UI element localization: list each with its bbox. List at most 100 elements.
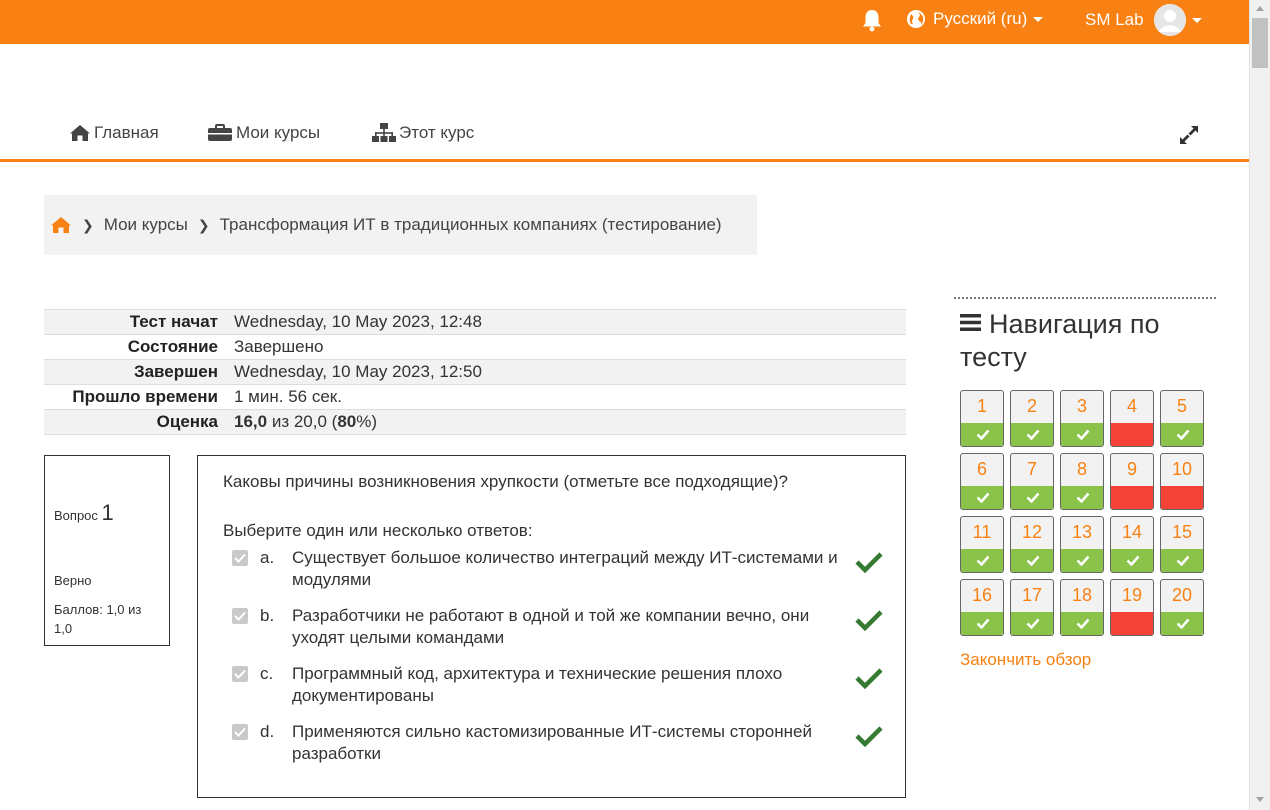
quiz-nav-button[interactable]: 12 (1010, 516, 1054, 573)
quiz-nav-button[interactable]: 2 (1010, 390, 1054, 447)
quiz-nav-button[interactable]: 4 (1110, 390, 1154, 447)
check-icon (1076, 492, 1090, 503)
summary-value: 1 мин. 56 сек. (226, 384, 906, 410)
quiz-nav-number: 20 (1171, 585, 1193, 605)
quiz-nav-button[interactable]: 6 (960, 453, 1004, 510)
attempt-summary-table: Тест начат Wednesday, 10 May 2023, 12:48… (44, 309, 906, 435)
check-icon (855, 610, 883, 631)
grade-percent-sign: %) (356, 412, 378, 431)
answer-checkbox[interactable] (232, 666, 248, 682)
summary-label: Оценка (44, 409, 226, 435)
answer-text: Применяются сильно кастомизированные ИТ-… (292, 722, 812, 763)
quiz-nav-number: 17 (1021, 585, 1043, 605)
answer-checkbox[interactable] (232, 550, 248, 566)
globe-icon (907, 10, 925, 28)
question-state: Верно (54, 573, 92, 588)
correct-status-bar (1161, 612, 1203, 635)
answer-text: Разработчики не работают в одной и той ж… (292, 606, 810, 647)
briefcase-icon (208, 124, 232, 141)
correct-status-bar (1161, 549, 1203, 572)
quiz-nav-button[interactable]: 17 (1010, 579, 1054, 636)
grade-score: 16,0 (234, 412, 268, 431)
table-row: Состояние Завершено (44, 334, 906, 360)
answer-checkbox[interactable] (232, 608, 248, 624)
quiz-nav-button[interactable]: 9 (1110, 453, 1154, 510)
grade-percent: 80 (337, 412, 357, 431)
check-icon (976, 492, 990, 503)
quiz-nav-number: 2 (1026, 396, 1037, 416)
breadcrumb-my-courses[interactable]: Мои курсы (104, 215, 188, 235)
check-icon (1026, 618, 1040, 629)
bell-icon[interactable] (861, 8, 883, 32)
quiz-nav-button[interactable]: 5 (1160, 390, 1204, 447)
breadcrumb-course[interactable]: Трансформация ИТ в традиционных компания… (220, 215, 722, 235)
check-icon (234, 669, 246, 679)
check-icon (1176, 618, 1190, 629)
correct-status-bar (1161, 423, 1203, 446)
scroll-down-icon[interactable] (1256, 797, 1264, 802)
answer-letter: b. (260, 606, 275, 625)
home-icon[interactable] (50, 216, 72, 234)
quiz-nav-button[interactable]: 15 (1160, 516, 1204, 573)
user-name: SM Lab (1085, 10, 1144, 29)
expand-icon[interactable] (1178, 124, 1200, 146)
quiz-nav-number: 16 (971, 585, 993, 605)
quiz-nav-button[interactable]: 16 (960, 579, 1004, 636)
quiz-nav-number: 19 (1121, 585, 1143, 605)
question-number: Вопрос 1 (54, 500, 114, 526)
correct-status-bar (961, 612, 1003, 635)
summary-value: Wednesday, 10 May 2023, 12:50 (226, 359, 906, 385)
nav-this-course[interactable]: Этот курс (372, 123, 474, 143)
quiz-nav-number: 9 (1126, 459, 1137, 479)
quiz-nav-button[interactable]: 10 (1160, 453, 1204, 510)
quiz-nav-button[interactable]: 3 (1060, 390, 1104, 447)
nav-home-label: Главная (94, 123, 159, 142)
incorrect-status-bar (1111, 486, 1153, 509)
nav-my-courses[interactable]: Мои курсы (207, 123, 320, 143)
avatar (1153, 4, 1186, 36)
summary-label: Прошло времени (44, 384, 226, 410)
check-icon (234, 727, 246, 737)
correct-status-bar (1011, 612, 1053, 635)
quiz-nav-button[interactable]: 8 (1060, 453, 1104, 510)
quiz-nav-number: 1 (976, 396, 987, 416)
answer-checkbox[interactable] (232, 724, 248, 740)
finish-review-link[interactable]: Закончить обзор (960, 650, 1091, 670)
quiz-nav-number: 6 (976, 459, 987, 479)
user-menu[interactable]: SM Lab (1085, 4, 1202, 36)
quiz-nav-button[interactable]: 14 (1110, 516, 1154, 573)
question-grade: Баллов: 1,0 из 1,0 (54, 602, 142, 636)
correct-status-bar (1111, 549, 1153, 572)
quiz-nav-number: 12 (1021, 522, 1043, 542)
question-text: Каковы причины возникновения хрупкости (… (223, 472, 788, 491)
quiz-nav-button[interactable]: 1 (960, 390, 1004, 447)
check-icon (1026, 555, 1040, 566)
quiz-nav-button[interactable]: 20 (1160, 579, 1204, 636)
check-icon (234, 553, 246, 563)
answer-prompt: Выберите один или несколько ответов: (223, 521, 533, 540)
check-icon (976, 555, 990, 566)
check-icon (855, 668, 883, 689)
correct-status-bar (1061, 612, 1103, 635)
quiz-nav-button[interactable]: 13 (1060, 516, 1104, 573)
breadcrumb: ❯ Мои курсы ❯ Трансформация ИТ в традици… (44, 195, 757, 255)
summary-label: Состояние (44, 334, 226, 360)
summary-grade-value: 16,0 из 20,0 (80%) (226, 409, 906, 435)
check-icon (1176, 555, 1190, 566)
quiz-nav-button[interactable]: 11 (960, 516, 1004, 573)
page-scrollbar[interactable] (1249, 0, 1270, 810)
quiz-nav-button[interactable]: 18 (1060, 579, 1104, 636)
quiz-nav-number: 15 (1171, 522, 1193, 542)
nav-my-courses-label: Мои курсы (236, 123, 321, 142)
summary-value: Wednesday, 10 May 2023, 12:48 (226, 309, 906, 335)
quiz-nav-button[interactable]: 7 (1010, 453, 1054, 510)
quiz-nav-button[interactable]: 19 (1110, 579, 1154, 636)
nav-home[interactable]: Главная (69, 123, 159, 143)
correct-status-bar (961, 486, 1003, 509)
correct-status-bar (1061, 549, 1103, 572)
chevron-down-icon (1033, 16, 1044, 22)
scroll-thumb[interactable] (1252, 18, 1268, 68)
scroll-up-icon[interactable] (1256, 6, 1264, 11)
correct-status-bar (1011, 423, 1053, 446)
language-menu[interactable]: Русский (ru) (906, 9, 1044, 29)
